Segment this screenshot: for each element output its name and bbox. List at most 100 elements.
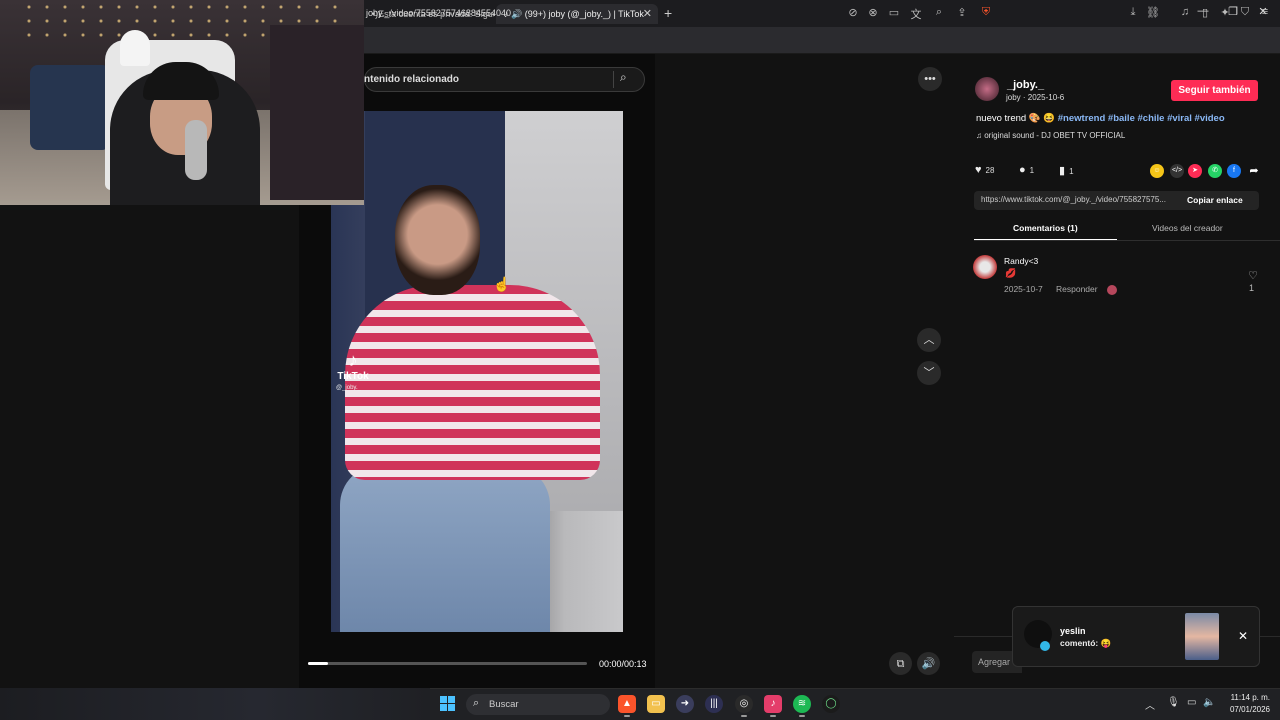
like-button[interactable]: ♥ 28 [975,164,994,176]
close-tab-icon[interactable]: ✕ [643,4,652,24]
comment-icon: ● [1019,164,1026,176]
tab-title: (99+) joby (@_joby._) | TikTok [524,9,644,19]
volume-button[interactable]: 🔊 [917,652,940,675]
follow-button[interactable]: Seguir también [1171,80,1258,101]
clock-date[interactable]: 07/01/2026 [1225,705,1270,714]
menu-icon[interactable]: ≡ [1257,6,1273,18]
brave-shield-icon[interactable]: ⛨ [978,6,994,19]
notification-message: comentó: 😝 [1060,638,1112,648]
sidebar-icon[interactable]: ▯ [1197,6,1213,19]
vpn-icon[interactable]: ⛉ [1237,6,1253,19]
hashtag-link[interactable]: #video [1195,113,1225,124]
facebook-icon[interactable]: f [1227,164,1241,178]
video-time: 00:00/00:13 [599,659,647,669]
running-indicator [770,715,776,717]
search-icon: ⌕ [473,697,480,709]
media-icon[interactable]: ♫ [1177,6,1193,18]
whatsapp-icon[interactable]: ✆ [1208,164,1222,178]
webcam-shelf [270,25,364,200]
no-script-icon[interactable]: ⊘ [845,6,861,19]
app-bars-icon[interactable]: ||| [705,695,723,713]
running-indicator [624,715,630,717]
comment-button[interactable]: ● 1 [1019,164,1034,176]
speaker-icon[interactable]: 🔈 [1203,697,1215,708]
video-caption: nuevo trend 🎨 😆 #newtrend #baile #chile … [976,113,1225,124]
taskbar-search-label: Buscar [489,699,519,710]
music-title: original sound - DJ OBET TV OFFICIAL [984,131,1126,140]
webcam-couch [30,65,110,150]
tray-chevron-icon[interactable]: ︿ [1145,697,1155,712]
windows-start-icon[interactable] [440,696,456,712]
app-globe-icon[interactable]: ◎ [735,695,753,713]
hashtag-link[interactable]: #chile [1138,113,1165,124]
notification-thumbnail[interactable] [1185,613,1219,660]
hashtag-link[interactable]: #viral [1167,113,1192,124]
browser-tab-tiktok[interactable]: ♪ 🔊 (99+) joby (@_joby._) | TikTok ✕ [496,4,658,24]
file-explorer-icon[interactable]: ▭ [647,695,665,713]
send-icon[interactable]: ➤ [1188,164,1202,178]
share-link-text[interactable]: https://www.tiktok.com/@_joby._/video/75… [981,195,1181,204]
app-circle-icon[interactable]: ◯ [822,695,840,713]
avatar[interactable] [973,255,997,279]
video-scene-person-head [395,185,480,295]
comment-count: 1 [1029,166,1035,175]
caption-text: nuevo trend 🎨 😆 [976,113,1056,124]
block-icon[interactable]: ⊗ [865,6,881,19]
search-divider [613,71,614,88]
app-arrow-icon[interactable]: ➜ [676,695,694,713]
reply-button[interactable]: Responder [1056,284,1098,294]
notification-badge-icon [1040,641,1050,651]
share-page-icon[interactable]: ⇪ [954,6,970,19]
close-icon[interactable]: ✕ [1238,629,1248,643]
comment-like-count: 1 [1249,283,1255,293]
add-comment-placeholder: Agregar [978,657,1011,667]
translate-icon[interactable]: 文 [908,6,924,22]
music-note-icon: ♫ [976,131,985,140]
search-icon[interactable]: ⌕ [620,70,627,85]
commenter-name[interactable]: Randy<3 [1004,256,1038,266]
creator-name[interactable]: _joby._ [1007,79,1044,91]
tab-comments[interactable]: Comentarios (1) [1013,223,1078,233]
hashtag-link[interactable]: #baile [1108,113,1135,124]
link-icon[interactable]: ⛓ [1145,6,1161,19]
webcam-microphone [185,120,207,180]
save-button[interactable]: ▮ 1 [1059,164,1074,177]
next-video-button[interactable]: ﹀ [917,361,941,385]
share-arrow-icon[interactable]: ➦ [1247,164,1261,178]
video-progress-track[interactable] [308,662,587,665]
tab-divider [974,240,1280,241]
download-icon[interactable]: ⤓ [1125,6,1141,19]
clock-time[interactable]: 11:14 p. m. [1228,693,1270,702]
bookmark-icon: ▮ [1059,165,1066,177]
picture-in-picture-button[interactable]: ⧉ [889,652,912,675]
copy-link-button[interactable]: Copiar enlace [1187,195,1243,205]
brave-browser-icon[interactable]: ▲ [618,695,636,713]
new-tab-button[interactable]: + [664,5,672,21]
comment-like-heart-icon[interactable]: ♡ [1246,269,1260,282]
save-count: 1 [1069,167,1074,176]
action-row: ♥ 28 ● 1 ▮ 1 ☺ </> ➤ ✆ f ➦ [975,164,1265,180]
video-progress-fill [308,662,328,665]
hashtag-link[interactable]: #newtrend [1058,113,1106,124]
comment-date: 2025-10-7 [1004,284,1043,294]
network-icon[interactable]: ▭ [1187,697,1196,708]
embed-icon[interactable]: </> [1170,164,1184,178]
zoom-icon[interactable]: ⌕ [931,6,947,19]
tiktok-app-icon[interactable]: ♪ [764,695,782,713]
music-link[interactable]: ♫ original sound - DJ OBET TV OFFICIAL [976,131,1125,140]
previous-video-button[interactable]: ︿ [917,328,941,352]
creator-avatar[interactable] [975,77,999,101]
taskbar-wallpaper-strip [0,688,430,720]
url-field[interactable]: joby._/video/7558275746884554040 [366,8,511,18]
tiktok-logo-icon: ♪ [348,350,358,370]
active-tab-indicator [974,239,1117,240]
microphone-icon[interactable]: 🎙 [1167,697,1180,708]
ai-icon[interactable]: ✦ [1217,6,1233,19]
spotify-icon[interactable]: ≋ [793,695,811,713]
heart-icon: ♥ [975,164,982,176]
friends-share-icon[interactable]: ☺ [1150,164,1164,178]
more-options-button[interactable]: ••• [918,67,942,91]
taskbar-search[interactable] [466,694,610,715]
cast-icon[interactable]: ▭ [886,6,902,19]
tab-creator-videos[interactable]: Videos del creador [1152,223,1223,233]
